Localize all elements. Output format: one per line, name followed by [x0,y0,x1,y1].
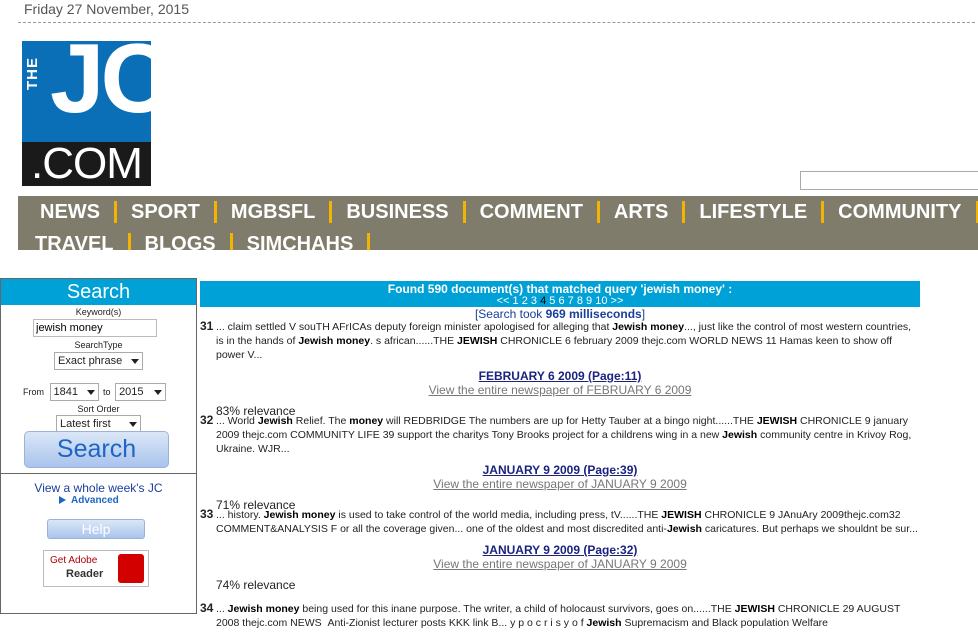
result-item: 34... Jewish money being used for this i… [200,601,920,630]
advanced-label: Advanced [71,495,119,506]
advanced-search-link[interactable]: Advanced [59,495,119,506]
view-week-link[interactable]: View a whole week's JC [1,481,196,495]
result-snippet: 31... claim settled V souTH AFrICAs depu… [200,319,912,361]
play-arrow-icon [59,496,66,505]
pagination: << 1 2 3 4 5 6 7 8 9 10 >> [200,295,920,307]
main-nav: NEWS SPORT MGBSFL BUSINESS COMMENT ARTS LIFEST… [18,196,978,250]
nav-row-1: NEWS SPORT MGBSFL BUSINESS COMMENT ARTS LIFEST… [18,201,978,223]
pager-page[interactable]: 6 [558,295,564,307]
took-prefix: [Search took [474,307,546,321]
pager-page[interactable]: 1 [513,295,519,307]
view-newspaper-link[interactable]: View the entire newspaper of JANUARY 9 2… [200,557,920,571]
nav-item-comment[interactable]: COMMENT [466,201,600,223]
keyword-label: Keyword(s) [75,307,122,317]
pager-page[interactable]: 8 [577,295,583,307]
pager-next[interactable]: >> [611,295,624,307]
nav-item-travel[interactable]: TRAVEL [18,233,131,250]
result-title-link[interactable]: JANUARY 9 2009 (Page:32) [200,543,920,557]
logo-the-text: THE [24,57,41,90]
current-date: Friday 27 November, 2015 [24,1,189,17]
pager-page[interactable]: 10 [595,295,607,307]
pager-prev[interactable]: << [497,295,513,307]
pager-page[interactable]: 7 [568,295,574,307]
nav-row-2: TRAVEL BLOGS SIMCHAHS [18,233,371,250]
searchtype-label: SearchType [74,340,123,350]
site-search-input[interactable] [800,171,978,190]
result-item: 31... claim settled V souTH AFrICAs depu… [200,319,920,418]
pager-page[interactable]: 5 [549,295,555,307]
to-year-select[interactable]: 2015 [115,383,167,401]
result-number: 31 [200,319,214,333]
result-snippet: 32... World Jewish Relief. The money wil… [200,413,912,455]
result-snippet: 34... Jewish money being used for this i… [200,601,901,629]
search-panel: Search Keyword(s) SearchType Exact phras… [0,278,197,614]
pager-page[interactable]: 9 [586,295,592,307]
result-number: 34 [200,601,214,615]
result-item: 32... World Jewish Relief. The money wil… [200,413,920,512]
logo-jc-text: JC [50,41,151,133]
help-button[interactable]: Help [47,519,145,539]
nav-item-business[interactable]: BUSINESS [332,201,466,223]
took-suffix: ] [641,307,646,321]
nav-item-mgbsfl[interactable]: MGBSFL [217,201,333,223]
panel-divider [1,473,196,474]
adobe-line2: Reader [66,568,104,580]
date-bar: Friday 27 November, 2015 [18,0,975,23]
result-item: 33... history. Jewish money is used to t… [200,507,920,592]
results-found-text: Found 590 document(s) that matched query… [387,282,733,296]
nav-item-community[interactable]: COMMUNITY [824,201,978,223]
search-time: [Search took 969 milliseconds] [200,307,920,321]
result-number: 32 [200,413,214,427]
get-adobe-reader-badge[interactable]: Get Adobe Reader [43,550,149,587]
search-panel-title: Search [1,279,196,305]
nav-item-lifestyle[interactable]: LIFESTYLE [685,201,825,223]
search-button[interactable]: Search [24,431,169,468]
nav-item-news[interactable]: NEWS [18,201,117,223]
result-title-link[interactable]: JANUARY 9 2009 (Page:39) [200,463,920,477]
sort-label: Sort Order [77,404,120,414]
results-header: Found 590 document(s) that matched query… [200,281,920,307]
pager-page[interactable]: 2 [522,295,528,307]
nav-item-blogs[interactable]: BLOGS [131,233,233,250]
to-label: to [103,387,111,397]
result-snippet: 33... history. Jewish money is used to t… [200,507,918,535]
nav-item-sport[interactable]: SPORT [117,201,217,223]
took-value: 969 milliseconds [545,307,642,321]
from-year-select[interactable]: 1841 [49,383,99,401]
searchtype-select[interactable]: Exact phrase [54,352,143,370]
view-newspaper-link[interactable]: View the entire newspaper of FEBRUARY 6 … [200,383,920,397]
from-label: From [23,387,44,397]
adobe-reader-icon [118,554,144,583]
view-newspaper-link[interactable]: View the entire newspaper of JANUARY 9 2… [200,477,920,491]
adobe-line1: Get Adobe [50,555,98,566]
result-title-link[interactable]: FEBRUARY 6 2009 (Page:11) [200,369,920,383]
pager-page[interactable]: 3 [531,295,537,307]
result-relevance: 74% relevance [216,578,296,592]
nav-item-arts[interactable]: ARTS [600,201,686,223]
jc-logo[interactable]: THE JC .COM [22,41,151,186]
result-number: 33 [200,507,214,521]
pager-page: 4 [540,295,547,307]
nav-item-simchahs[interactable]: SIMCHAHS [233,233,371,250]
logo-com-text: .COM [22,142,151,186]
keyword-input[interactable] [33,319,157,337]
